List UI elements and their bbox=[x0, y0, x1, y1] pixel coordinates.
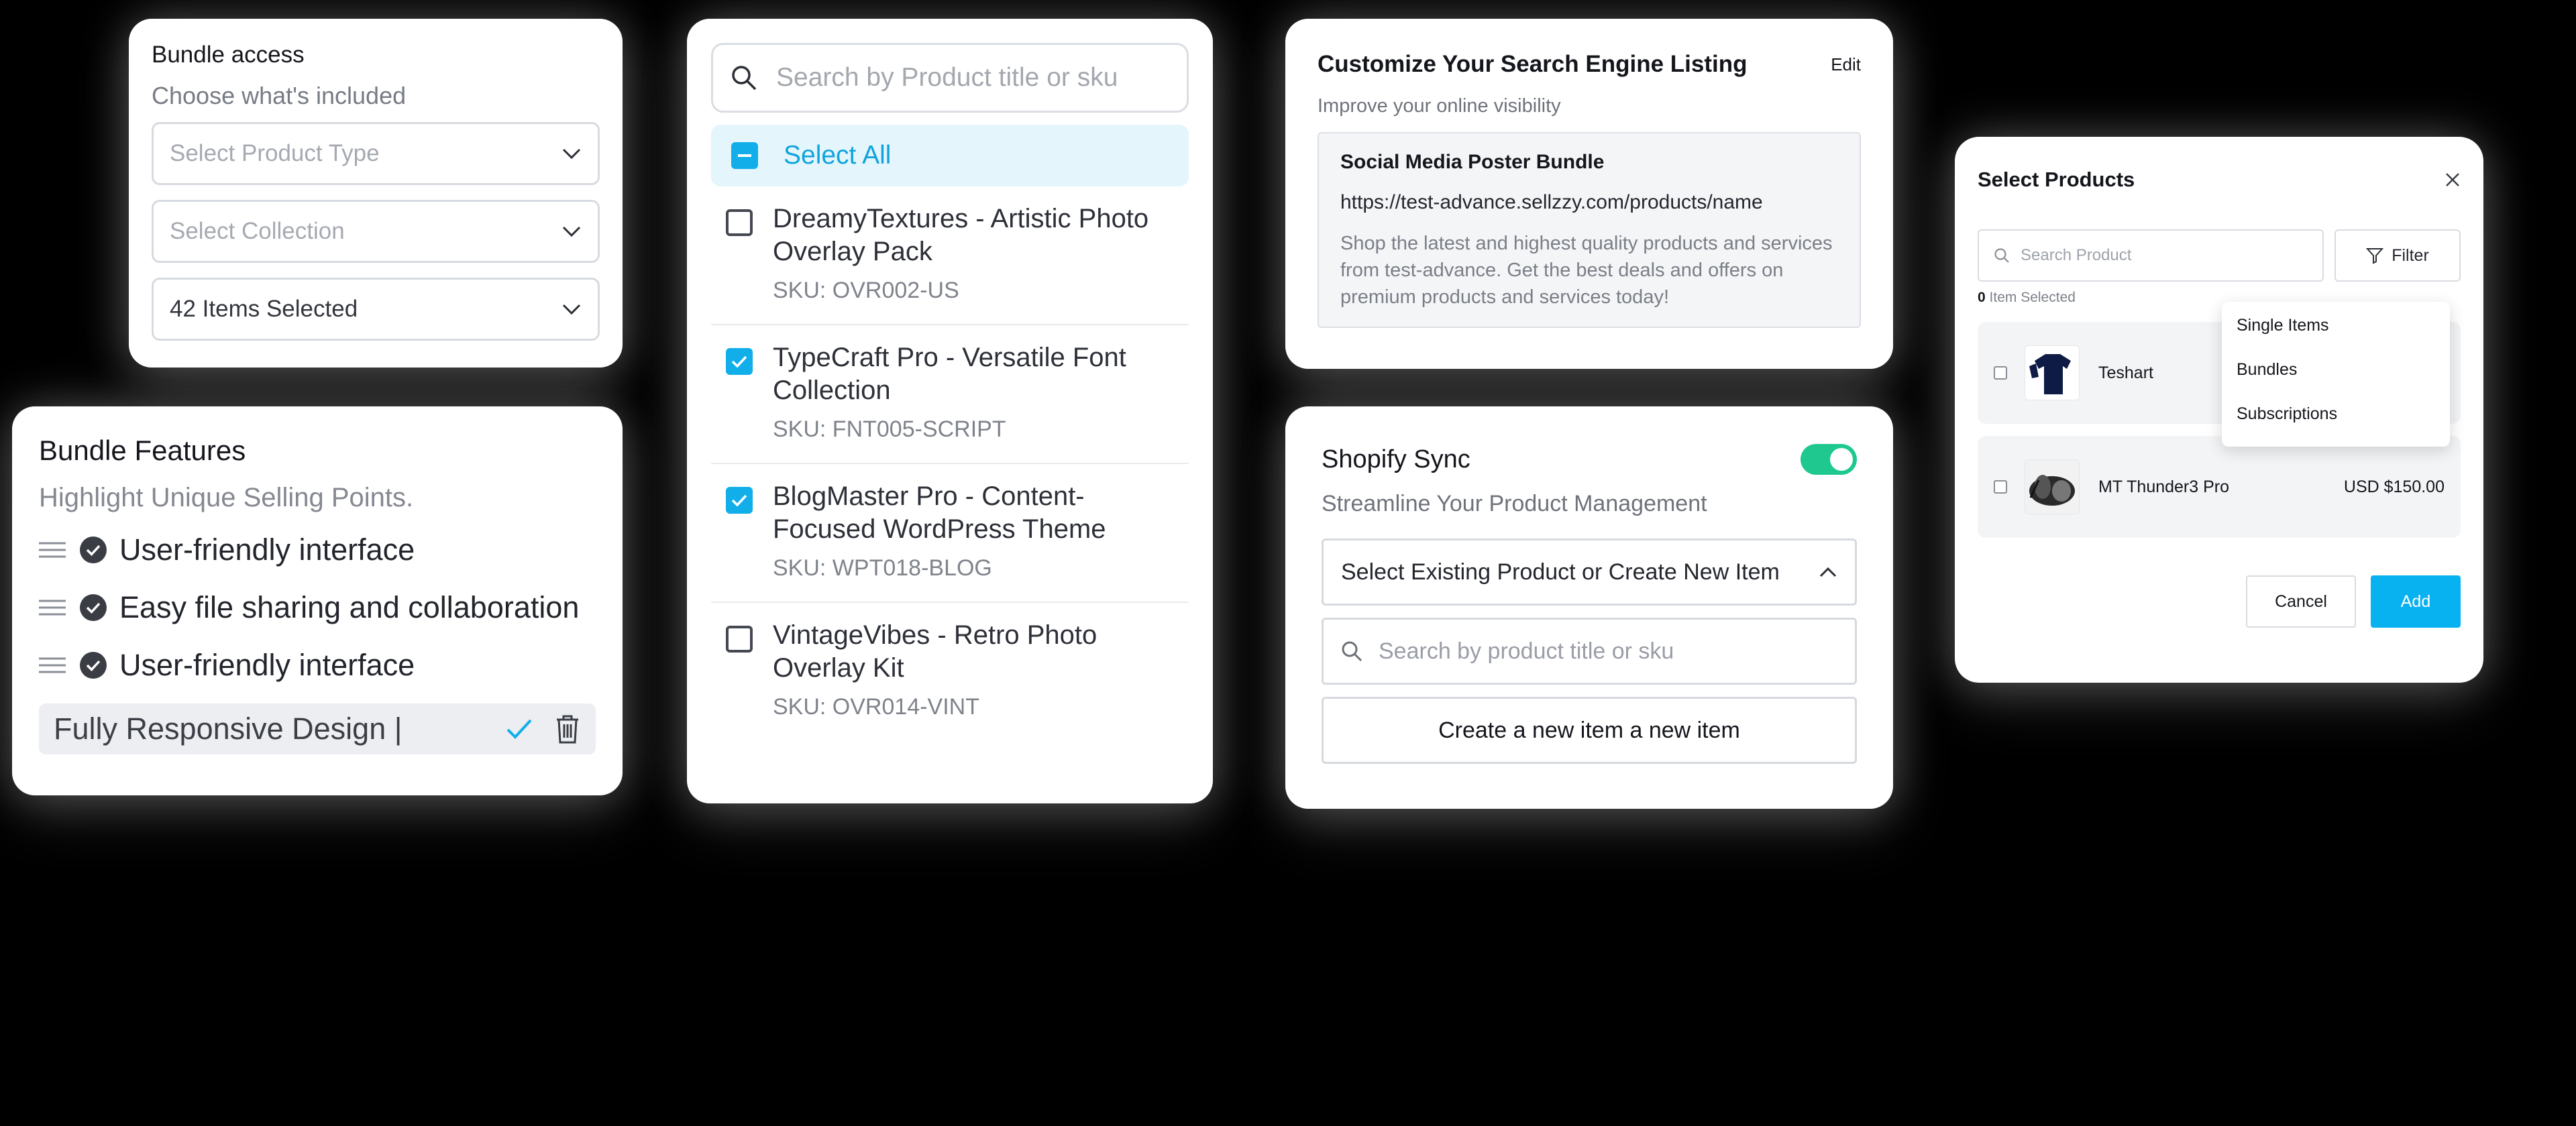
selected-count-number: 0 bbox=[1978, 290, 1986, 305]
item-name: DreamyTextures - Artistic Photo Overlay … bbox=[773, 204, 1149, 266]
cancel-button[interactable]: Cancel bbox=[2246, 575, 2356, 628]
item-checkbox[interactable] bbox=[726, 626, 753, 653]
bundle-features-subtitle: Highlight Unique Selling Points. bbox=[39, 483, 414, 512]
filter-option-bundles[interactable]: Bundles bbox=[2237, 359, 2435, 404]
seo-edit-button[interactable]: Edit bbox=[1831, 54, 1861, 75]
filter-dropdown-menu: Single Items Bundles Subscriptions bbox=[2222, 302, 2450, 447]
feature-label: User-friendly interface bbox=[119, 532, 415, 567]
check-circle-icon bbox=[80, 594, 107, 621]
add-button[interactable]: Add bbox=[2371, 575, 2461, 628]
feature-label: Easy file sharing and collaboration bbox=[119, 590, 580, 624]
item-sku: SKU: OVR014-VINT bbox=[773, 694, 979, 720]
product-type-select[interactable]: Select Product Type bbox=[152, 122, 600, 185]
item-sku: SKU: FNT005-SCRIPT bbox=[773, 416, 1006, 442]
feature-label: User-friendly interface bbox=[119, 648, 415, 682]
shopify-search-placeholder: Search by product title or sku bbox=[1379, 638, 1674, 664]
chevron-down-icon bbox=[562, 304, 581, 315]
product-search-input[interactable]: Search Product bbox=[1978, 229, 2324, 282]
product-name: MT Thunder3 Pro bbox=[2098, 477, 2230, 496]
seo-preview-title: Social Media Poster Bundle bbox=[1340, 151, 1605, 173]
product-list-card: Search by Product title or sku Select Al… bbox=[687, 19, 1213, 803]
search-icon bbox=[732, 66, 757, 91]
seo-preview: Social Media Poster Bundle https://test-… bbox=[1318, 132, 1861, 328]
select-products-title: Select Products bbox=[1978, 168, 2135, 191]
select-all-row[interactable]: Select All bbox=[711, 125, 1189, 186]
product-checkbox[interactable] bbox=[1994, 366, 2007, 380]
seo-subtitle: Improve your online visibility bbox=[1318, 95, 1561, 117]
shopify-search-input[interactable]: Search by product title or sku bbox=[1322, 618, 1857, 685]
list-item[interactable]: BlogMaster Pro - Content-Focused WordPre… bbox=[711, 464, 1189, 603]
item-checkbox[interactable] bbox=[726, 209, 753, 236]
filter-option-single-items[interactable]: Single Items bbox=[2237, 315, 2435, 359]
trash-icon[interactable] bbox=[554, 714, 581, 744]
item-sku: SKU: WPT018-BLOG bbox=[773, 555, 992, 581]
shopify-sync-card: Shopify Sync Streamline Your Product Man… bbox=[1285, 406, 1893, 809]
check-circle-icon bbox=[80, 652, 107, 679]
shopify-subtitle: Streamline Your Product Management bbox=[1322, 491, 1707, 516]
filter-icon bbox=[2366, 248, 2384, 264]
bundle-access-subtitle: Choose what's included bbox=[152, 82, 407, 109]
product-type-placeholder: Select Product Type bbox=[170, 140, 380, 166]
feature-edit-value[interactable]: Fully Responsive Design | bbox=[54, 712, 506, 746]
create-new-item-button[interactable]: Create a new item a new item bbox=[1322, 697, 1857, 764]
checkmark-icon bbox=[731, 494, 747, 506]
select-all-label: Select All bbox=[784, 141, 892, 170]
chevron-up-icon bbox=[1819, 567, 1837, 577]
select-all-checkbox[interactable] bbox=[731, 142, 758, 169]
list-item[interactable]: VintageVibes - Retro Photo Overlay Kit S… bbox=[711, 603, 1189, 740]
product-search-input[interactable]: Search by Product title or sku bbox=[711, 43, 1189, 113]
feature-item[interactable]: User-friendly interface bbox=[39, 636, 596, 694]
feature-item[interactable]: User-friendly interface bbox=[39, 521, 596, 579]
item-checkbox[interactable] bbox=[726, 487, 753, 514]
existing-product-dropdown-value: Select Existing Product or Create New It… bbox=[1341, 559, 1780, 585]
search-icon bbox=[1342, 641, 1362, 662]
product-price: USD $150.00 bbox=[2343, 477, 2445, 496]
search-icon bbox=[1994, 248, 2009, 263]
check-circle-icon bbox=[80, 537, 107, 563]
bundle-features-title: Bundle Features bbox=[39, 435, 246, 466]
list-item[interactable]: DreamyTextures - Artistic Photo Overlay … bbox=[711, 186, 1189, 325]
item-name: VintageVibes - Retro Photo Overlay Kit bbox=[773, 620, 1097, 683]
list-item[interactable]: TypeCraft Pro - Versatile Font Collectio… bbox=[711, 325, 1189, 464]
item-name: BlogMaster Pro - Content-Focused WordPre… bbox=[773, 482, 1106, 544]
collection-select[interactable]: Select Collection bbox=[152, 200, 600, 263]
product-thumbnail bbox=[2025, 345, 2080, 400]
chevron-down-icon bbox=[562, 226, 581, 237]
product-search-placeholder: Search by Product title or sku bbox=[776, 63, 1118, 92]
product-row[interactable]: MT Thunder3 Pro USD $150.00 bbox=[1978, 436, 2461, 538]
feature-item[interactable]: Easy file sharing and collaboration bbox=[39, 579, 596, 636]
bundle-features-card: Bundle Features Highlight Unique Selling… bbox=[12, 406, 623, 795]
product-checkbox[interactable] bbox=[1994, 480, 2007, 494]
item-name: TypeCraft Pro - Versatile Font Collectio… bbox=[773, 343, 1126, 405]
selected-count-label: Item Selected bbox=[1989, 290, 2076, 305]
seo-preview-url: https://test-advance.sellzzy.com/product… bbox=[1340, 191, 1763, 213]
item-sku: SKU: OVR002-US bbox=[773, 278, 959, 303]
existing-product-dropdown[interactable]: Select Existing Product or Create New It… bbox=[1322, 539, 1857, 606]
items-selected-value: 42 Items Selected bbox=[170, 296, 358, 322]
filter-option-subscriptions[interactable]: Subscriptions bbox=[2237, 404, 2435, 448]
item-checkbox[interactable] bbox=[726, 348, 753, 375]
seo-listing-card: Customize Your Search Engine Listing Edi… bbox=[1285, 19, 1893, 369]
drag-handle-icon[interactable] bbox=[39, 599, 66, 616]
bundle-access-title: Bundle access bbox=[152, 42, 305, 68]
chevron-down-icon bbox=[562, 148, 581, 160]
bundle-access-card: Bundle access Choose what's included Sel… bbox=[129, 19, 623, 368]
checkmark-icon[interactable] bbox=[506, 718, 533, 740]
shopify-sync-toggle[interactable] bbox=[1801, 444, 1857, 475]
checkmark-icon bbox=[731, 355, 747, 368]
drag-handle-icon[interactable] bbox=[39, 541, 66, 559]
seo-title: Customize Your Search Engine Listing bbox=[1318, 51, 1748, 77]
feature-edit-input[interactable]: Fully Responsive Design | bbox=[39, 703, 596, 754]
drag-handle-icon[interactable] bbox=[39, 657, 66, 674]
collection-placeholder: Select Collection bbox=[170, 218, 345, 244]
close-icon[interactable] bbox=[2445, 172, 2461, 188]
seo-preview-description: Shop the latest and highest quality prod… bbox=[1340, 233, 1833, 308]
items-selected-select[interactable]: 42 Items Selected bbox=[152, 278, 600, 341]
filter-button[interactable]: Filter bbox=[2334, 229, 2461, 282]
product-thumbnail bbox=[2025, 459, 2080, 514]
shopify-title: Shopify Sync bbox=[1322, 445, 1470, 473]
filter-label: Filter bbox=[2392, 245, 2429, 265]
product-search-placeholder: Search Product bbox=[2021, 246, 2132, 264]
